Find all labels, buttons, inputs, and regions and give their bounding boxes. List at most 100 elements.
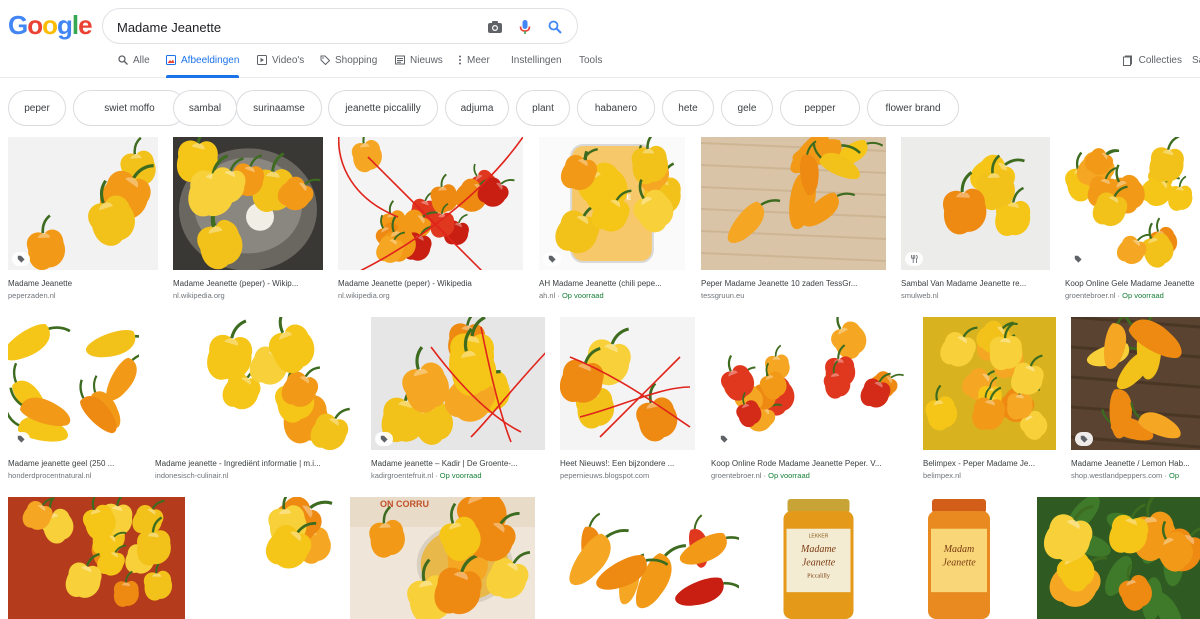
result-thumbnail[interactable]: Madam Jeanette bbox=[898, 497, 1020, 619]
chip-pepper[interactable]: pepper bbox=[780, 90, 860, 126]
result-source[interactable]: indonesisch-culinair.nl bbox=[155, 470, 355, 481]
image-result[interactable]: LEKKER Madame Jeanette Piccalilly bbox=[754, 497, 883, 619]
result-thumbnail[interactable] bbox=[560, 317, 695, 450]
result-thumbnail[interactable] bbox=[8, 497, 185, 619]
image-result[interactable]: ON CORRU bbox=[350, 497, 535, 619]
result-title[interactable]: Madame Jeanette / Lemon Hab... bbox=[1071, 458, 1200, 469]
tab-afbeeldingen[interactable]: Afbeeldingen bbox=[166, 52, 240, 78]
result-source[interactable]: nl.wikipedia.org bbox=[338, 290, 523, 301]
chip-peper[interactable]: peper bbox=[8, 90, 66, 126]
result-source[interactable]: nl.wikipedia.org bbox=[173, 290, 323, 301]
tab-nieuws[interactable]: Nieuws bbox=[395, 52, 443, 78]
chip-hete[interactable]: hete bbox=[662, 90, 714, 126]
chip-habanero[interactable]: habanero bbox=[577, 90, 655, 126]
tab-videos[interactable]: Video's bbox=[257, 52, 304, 78]
chip-flower-brand[interactable]: flower brand bbox=[867, 90, 959, 126]
result-title[interactable]: Madame jeanette - Ingrediënt informatie … bbox=[155, 458, 355, 469]
microphone-icon[interactable] bbox=[515, 17, 535, 37]
chip-jeanette-piccalilly[interactable]: jeanette piccalilly bbox=[328, 90, 438, 126]
result-thumbnail[interactable] bbox=[549, 497, 739, 619]
search-input[interactable] bbox=[117, 17, 467, 37]
result-thumbnail[interactable] bbox=[1071, 317, 1200, 450]
result-thumbnail[interactable] bbox=[923, 317, 1056, 450]
safesearch-button[interactable]: Sa bbox=[1192, 55, 1200, 66]
result-title[interactable]: Madame Jeanette (peper) - Wikip... bbox=[173, 278, 323, 289]
image-result[interactable]: Madame Jeanette (peper) - Wikipedia nl.wi… bbox=[338, 137, 523, 301]
image-result[interactable]: Madame jeanette – Kadir | De Groente-...… bbox=[371, 317, 545, 481]
result-title[interactable]: Madame Jeanette bbox=[8, 278, 158, 289]
image-result[interactable] bbox=[200, 497, 336, 619]
image-result[interactable]: Madame Jeanette (peper) - Wikip... nl.wik… bbox=[173, 137, 323, 301]
result-title[interactable]: Heet Nieuws!: Een bijzondere ... bbox=[560, 458, 695, 469]
result-title[interactable]: Koop Online Rode Madame Jeanette Peper. … bbox=[711, 458, 908, 469]
image-result[interactable] bbox=[8, 497, 185, 619]
result-source[interactable]: peperzaden.nl bbox=[8, 290, 158, 301]
result-title[interactable]: Peper Madame Jeanette 10 zaden TessGr... bbox=[701, 278, 886, 289]
image-result[interactable]: Madame Jeanette / Lemon Hab... shop.westl… bbox=[1071, 317, 1200, 481]
image-result[interactable]: Madam Jeanette bbox=[898, 497, 1020, 619]
result-source[interactable]: ah.nl · Op voorraad bbox=[539, 290, 685, 301]
result-source[interactable]: honderdprocentnatural.nl bbox=[8, 470, 139, 481]
result-title[interactable]: Madame jeanette geel (250 ... bbox=[8, 458, 139, 469]
result-source[interactable]: pepernieuws.blogspot.com bbox=[560, 470, 695, 481]
result-title[interactable]: Koop Online Gele Madame Jeanette bbox=[1065, 278, 1200, 289]
image-result[interactable]: Peper Madame Jeanette 10 zaden TessGr...… bbox=[701, 137, 886, 301]
chip-swiet-moffo[interactable]: swiet moffo bbox=[73, 90, 186, 126]
result-thumbnail[interactable]: MADAMEJEANETTE bbox=[539, 137, 685, 270]
result-thumbnail[interactable] bbox=[155, 317, 355, 450]
tab-meer[interactable]: Meer bbox=[458, 52, 490, 78]
search-box[interactable] bbox=[102, 8, 578, 44]
google-logo[interactable]: Google bbox=[8, 10, 93, 41]
collections-button[interactable]: Collecties bbox=[1122, 55, 1182, 66]
chip-plant[interactable]: plant bbox=[516, 90, 570, 126]
image-result[interactable]: Belimpex - Peper Madame Je... belimpex.nl bbox=[923, 317, 1056, 481]
search-icon[interactable] bbox=[545, 17, 565, 37]
tab-instellingen[interactable]: Instellingen bbox=[511, 52, 562, 78]
result-title[interactable]: AH Madame Jeanette (chili pepe... bbox=[539, 278, 685, 289]
result-source[interactable]: groentebroer.nl · Op voorraad bbox=[1065, 290, 1200, 301]
result-thumbnail[interactable] bbox=[701, 137, 886, 270]
result-title[interactable]: Sambal Van Madame Jeanette re... bbox=[901, 278, 1050, 289]
result-thumbnail[interactable] bbox=[338, 137, 523, 270]
chip-surinaamse[interactable]: surinaamse bbox=[236, 90, 322, 126]
result-title[interactable]: Madame jeanette – Kadir | De Groente-... bbox=[371, 458, 545, 469]
image-result[interactable]: Koop Online Rode Madame Jeanette Peper. … bbox=[711, 317, 908, 481]
image-result[interactable] bbox=[549, 497, 739, 619]
image-result[interactable] bbox=[1037, 497, 1200, 619]
result-source[interactable]: kadirgroentefruit.nl · Op voorraad bbox=[371, 470, 545, 481]
separator: · bbox=[433, 471, 440, 480]
result-thumbnail[interactable] bbox=[200, 497, 336, 619]
result-source[interactable]: tessgruun.eu bbox=[701, 290, 886, 301]
thumbnail-art bbox=[8, 497, 185, 619]
result-thumbnail[interactable] bbox=[1065, 137, 1200, 270]
chip-gele[interactable]: gele bbox=[721, 90, 773, 126]
result-thumbnail[interactable] bbox=[371, 317, 545, 450]
image-result[interactable]: Koop Online Gele Madame Jeanette groenteb… bbox=[1065, 137, 1200, 301]
result-source[interactable]: smulweb.nl bbox=[901, 290, 1050, 301]
image-result[interactable]: MADAMEJEANETTE AH Madame Jeanette (chili… bbox=[539, 137, 685, 301]
camera-icon[interactable] bbox=[485, 17, 505, 37]
image-result[interactable]: Madame jeanette geel (250 ... honderdproc… bbox=[8, 317, 139, 481]
image-result[interactable]: Sambal Van Madame Jeanette re... smulweb.… bbox=[901, 137, 1050, 301]
result-thumbnail[interactable]: ON CORRU bbox=[350, 497, 535, 619]
chip-sambal[interactable]: sambal bbox=[173, 90, 237, 126]
result-source[interactable]: belimpex.nl bbox=[923, 470, 1056, 481]
result-thumbnail[interactable] bbox=[8, 137, 158, 270]
image-result[interactable]: Heet Nieuws!: Een bijzondere ... pepernie… bbox=[560, 317, 695, 481]
result-thumbnail[interactable] bbox=[711, 317, 908, 450]
result-title[interactable]: Belimpex - Peper Madame Je... bbox=[923, 458, 1056, 469]
result-thumbnail[interactable] bbox=[173, 137, 323, 270]
result-title[interactable]: Madame Jeanette (peper) - Wikipedia bbox=[338, 278, 523, 289]
result-source[interactable]: groentebroer.nl · Op voorraad bbox=[711, 470, 908, 481]
tab-shopping[interactable]: Shopping bbox=[320, 52, 377, 78]
tab-alle[interactable]: Alle bbox=[118, 52, 150, 78]
image-result[interactable]: Madame Jeanette peperzaden.nl bbox=[8, 137, 158, 301]
result-thumbnail[interactable]: LEKKER Madame Jeanette Piccalilly bbox=[754, 497, 883, 619]
result-thumbnail[interactable] bbox=[1037, 497, 1200, 619]
chip-adjuma[interactable]: adjuma bbox=[445, 90, 509, 126]
tab-tools[interactable]: Tools bbox=[579, 52, 602, 78]
result-source[interactable]: shop.westlandpeppers.com · Op bbox=[1071, 470, 1200, 481]
image-result[interactable]: Madame jeanette - Ingrediënt informatie … bbox=[155, 317, 355, 481]
result-thumbnail[interactable] bbox=[901, 137, 1050, 270]
result-thumbnail[interactable] bbox=[8, 317, 139, 450]
